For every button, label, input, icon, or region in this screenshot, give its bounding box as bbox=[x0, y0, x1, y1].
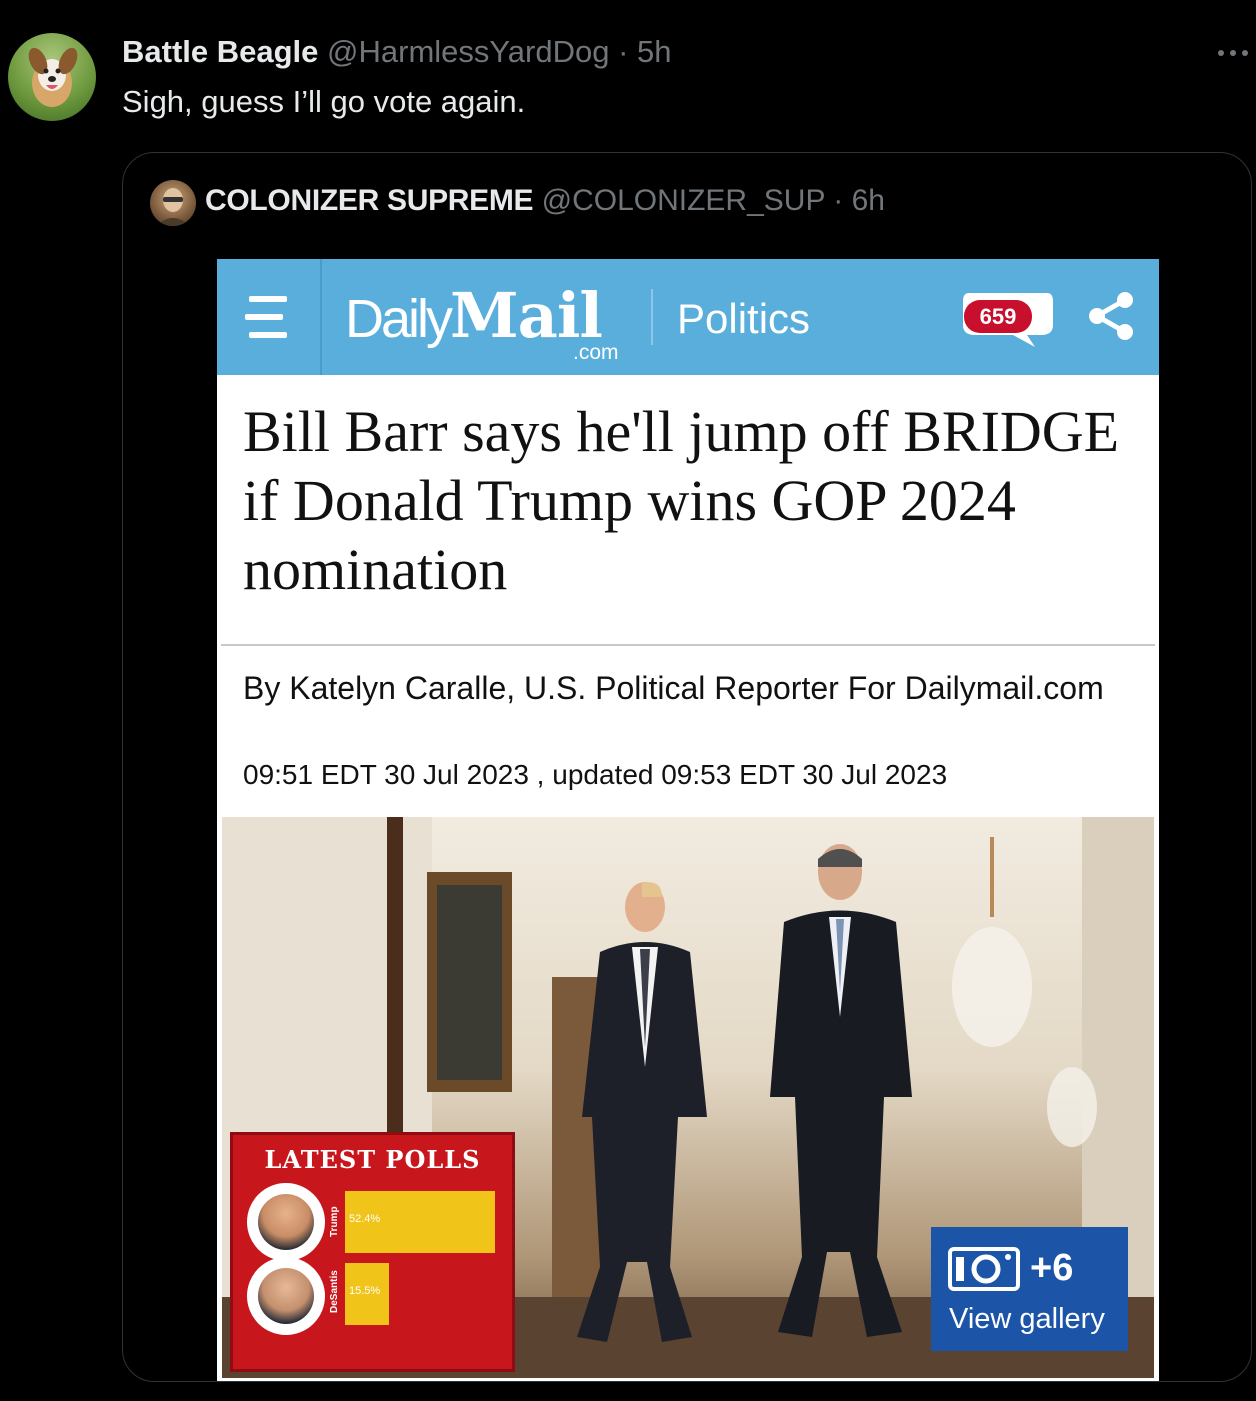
quoted-tweet-timestamp[interactable]: 6h bbox=[852, 184, 885, 217]
tweet-text: Sigh, guess I’ll go vote again. bbox=[122, 84, 526, 119]
tweet-header: Battle Beagle @HarmlessYardDog · 5h bbox=[122, 34, 672, 70]
beagle-avatar-image bbox=[28, 47, 78, 107]
separator-dot: · bbox=[833, 184, 844, 217]
author-handle[interactable]: @HarmlessYardDog bbox=[327, 34, 609, 69]
gallery-label: View gallery bbox=[949, 1303, 1105, 1335]
camera-icon bbox=[948, 1247, 1020, 1291]
gallery-count: +6 bbox=[1030, 1247, 1074, 1289]
quoted-tweet-card[interactable]: COLONIZER SUPREME @COLONIZER_SUP · 6h Da… bbox=[122, 152, 1252, 1382]
separator-dot: · bbox=[618, 34, 629, 69]
tweet-timestamp[interactable]: 5h bbox=[637, 34, 671, 69]
article-screenshot-image[interactable]: DailyMail .com Politics 659 Bill Barr sa… bbox=[217, 259, 1159, 1381]
article-photo: LATEST POLLS Trump DeSantis 52.4% 15.5% bbox=[222, 817, 1154, 1378]
section-label: Politics bbox=[677, 295, 811, 342]
latest-polls-graphic: LATEST POLLS Trump DeSantis 52.4% 15.5% bbox=[230, 1132, 515, 1372]
article-dateline: 09:51 EDT 30 Jul 2023 , updated 09:53 ED… bbox=[243, 759, 948, 790]
person-avatar-image bbox=[156, 188, 190, 226]
divider bbox=[221, 644, 1155, 646]
share-icon bbox=[1089, 292, 1133, 340]
logo-daily: Daily bbox=[345, 289, 453, 349]
comment-count-badge: 659 bbox=[964, 300, 1032, 333]
header-separator bbox=[651, 289, 653, 345]
poll-name-desantis: DeSantis bbox=[329, 1270, 340, 1313]
author-avatar[interactable] bbox=[8, 33, 96, 121]
quoted-author-handle[interactable]: @COLONIZER_SUP bbox=[542, 184, 825, 217]
poll-trump-portrait bbox=[247, 1183, 325, 1261]
poll-value-trump: 52.4% bbox=[349, 1213, 381, 1225]
poll-name-trump: Trump bbox=[329, 1206, 340, 1237]
header-divider bbox=[320, 259, 322, 375]
quoted-author-avatar[interactable] bbox=[150, 180, 196, 226]
poll-desantis-portrait bbox=[247, 1257, 325, 1335]
article-byline: By Katelyn Caralle, U.S. Political Repor… bbox=[243, 670, 1104, 706]
logo-dotcom: .com bbox=[573, 341, 619, 364]
quoted-author-name[interactable]: COLONIZER SUPREME bbox=[205, 184, 534, 217]
article-headline: Bill Barr says he'll jump off BRIDGE if … bbox=[243, 399, 1120, 602]
quoted-tweet-header: COLONIZER SUPREME @COLONIZER_SUP · 6h bbox=[205, 184, 885, 218]
polls-title: LATEST POLLS bbox=[264, 1145, 481, 1174]
more-horizontal-icon[interactable] bbox=[1213, 40, 1253, 66]
dailymail-header-bar: DailyMail .com Politics 659 bbox=[217, 259, 1159, 375]
dailymail-logo: DailyMail bbox=[345, 279, 603, 352]
hamburger-menu-icon bbox=[245, 296, 287, 338]
poll-value-desantis: 15.5% bbox=[349, 1285, 381, 1297]
author-name[interactable]: Battle Beagle bbox=[122, 34, 318, 69]
view-gallery-button: +6 View gallery bbox=[931, 1227, 1128, 1351]
